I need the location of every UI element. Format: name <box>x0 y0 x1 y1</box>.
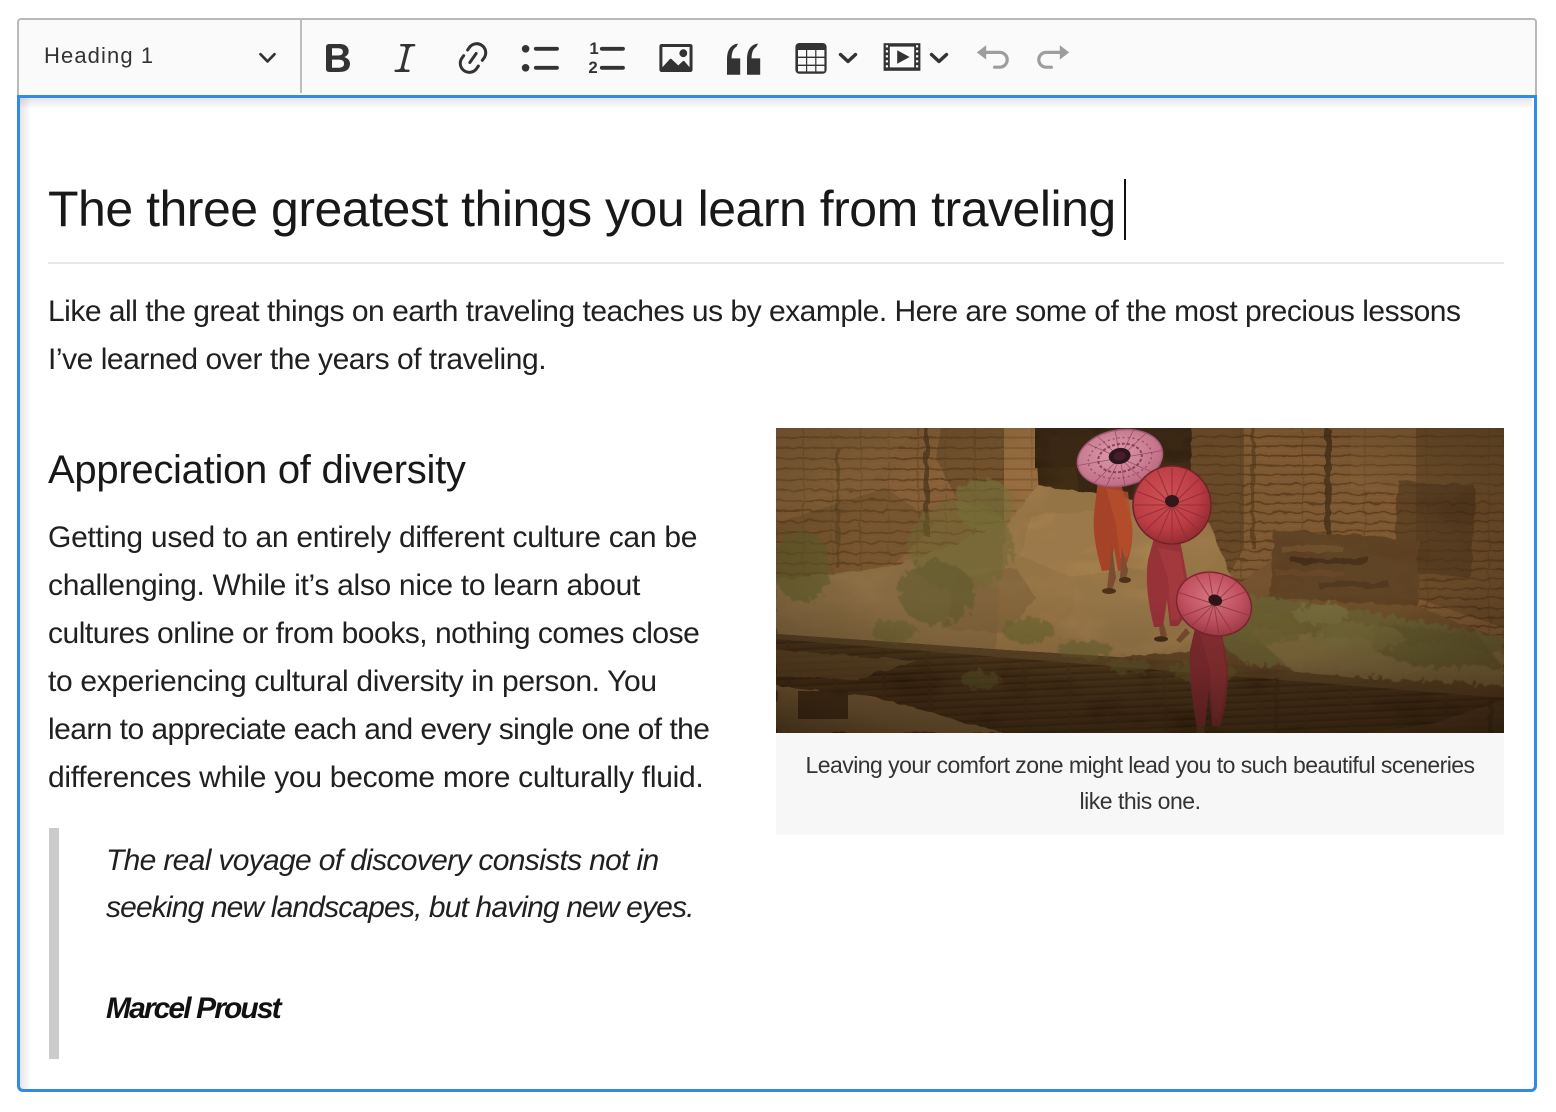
svg-text:2: 2 <box>588 58 597 77</box>
svg-text:1: 1 <box>589 39 598 58</box>
